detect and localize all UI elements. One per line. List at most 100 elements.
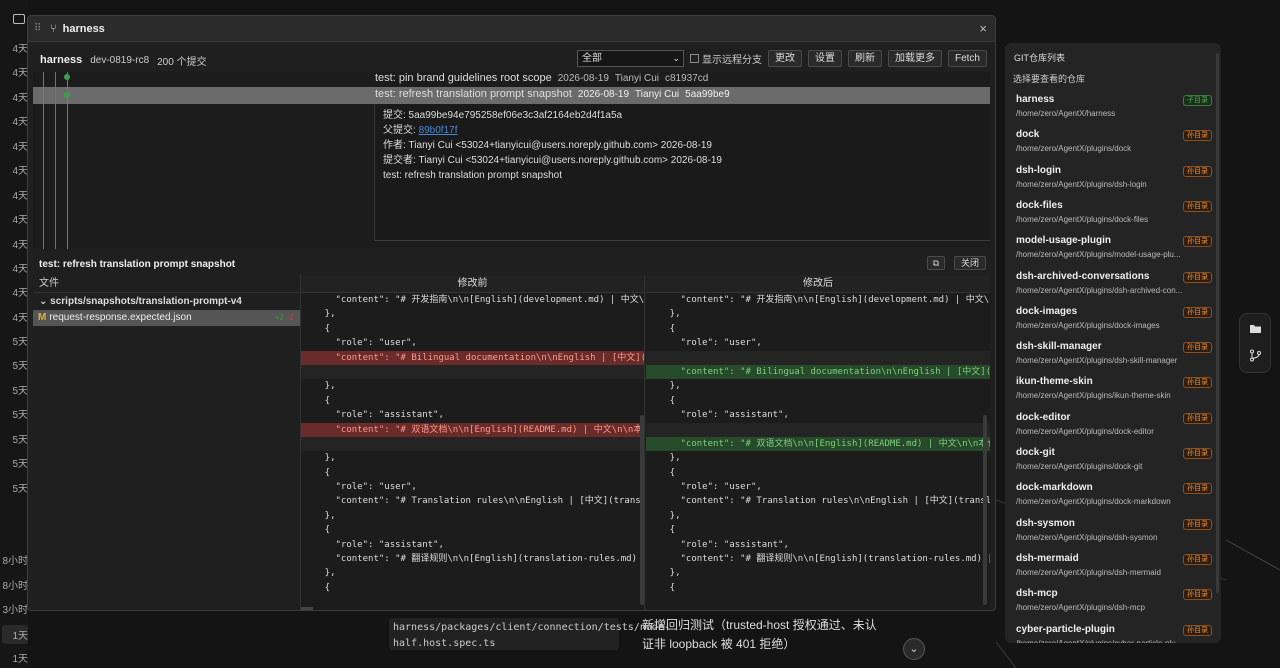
- settings-button[interactable]: 设置: [807, 50, 842, 67]
- deleted-line: "content": "# Bilingual documentation\n\…: [301, 350, 644, 365]
- code-line: {: [648, 582, 676, 593]
- repo-item-dsh-skill-manager[interactable]: dsh-skill-manager/home/zero/AgentX/plugi…: [1016, 341, 1219, 375]
- repo-depth-badge: 孙目录: [1183, 377, 1212, 389]
- repo-item-dsh-login[interactable]: dsh-login/home/zero/AgentX/plugins/dsh-l…: [1016, 165, 1219, 199]
- age-label: 4天: [12, 166, 28, 177]
- fetch-button[interactable]: Fetch: [947, 50, 987, 67]
- repo-item-dsh-mcp[interactable]: dsh-mcp/home/zero/AgentX/plugins/dsh-mcp…: [1016, 588, 1219, 622]
- after-scrollbar[interactable]: [983, 415, 987, 605]
- repo-item-cyber-particle-plugin[interactable]: cyber-particle-plugin/home/zero/AgentX/p…: [1016, 624, 1219, 644]
- code-line: },: [648, 568, 681, 579]
- git-log-dialog: ⠿ ⑂ harness × harness dev-0819-rc8 200 个…: [27, 15, 996, 611]
- repo-item-model-usage-plugin[interactable]: model-usage-plugin/home/zero/AgentX/plug…: [1016, 235, 1219, 269]
- code-line: {: [303, 467, 331, 478]
- before-lines: "content": "# 开发指南\n\n[English](developm…: [301, 293, 644, 595]
- commit-row[interactable]: test: pin brand guidelines root scope 202…: [375, 72, 714, 87]
- age-label: 4天: [12, 288, 28, 299]
- folder-icon[interactable]: [1249, 322, 1262, 335]
- graph-lane-blue: [55, 72, 56, 249]
- repo-panel-subtitle: 选择要查看的仓库: [1013, 74, 1086, 84]
- repo-name: dsh-login: [1016, 164, 1061, 176]
- age-label: 4天: [12, 313, 28, 324]
- repo-path: /home/zero/AgentX/harness: [1016, 109, 1116, 118]
- repo-item-dock-git[interactable]: dock-git/home/zero/AgentX/plugins/dock-g…: [1016, 447, 1219, 481]
- repo-panel-scrollbar[interactable]: [1216, 53, 1219, 593]
- commit-message: test: pin brand guidelines root scope: [375, 72, 552, 84]
- repo-item-harness[interactable]: harness/home/zero/AgentX/harness 子目录: [1016, 94, 1219, 128]
- repo-item-dsh-sysmon[interactable]: dsh-sysmon/home/zero/AgentX/plugins/dsh-…: [1016, 518, 1219, 552]
- repo-item-dock-markdown[interactable]: dock-markdown/home/zero/AgentX/plugins/d…: [1016, 482, 1219, 516]
- code-line: },: [648, 381, 681, 392]
- dialog-close-button[interactable]: ×: [979, 21, 987, 36]
- age-label: 8小时: [2, 581, 28, 592]
- age-label: 5天: [12, 337, 28, 348]
- code-line: "content": "# Translation rules\n\nEngli…: [303, 496, 645, 507]
- repo-item-dock-editor[interactable]: dock-editor/home/zero/AgentX/plugins/doc…: [1016, 412, 1219, 446]
- file-row[interactable]: Mrequest-response.expected.json +2 -2: [33, 310, 300, 326]
- blank-line: [301, 436, 644, 452]
- git-toolbar: harness dev-0819-rc8 200 个提交 全部 ⌄ 显示远程分支…: [28, 49, 995, 71]
- age-label: 5天: [12, 459, 28, 470]
- repo-path: /home/zero/AgentX/plugins/model-usage-pl…: [1016, 250, 1181, 260]
- file-status: M: [38, 312, 47, 323]
- repo-item-dsh-archived-conversations[interactable]: dsh-archived-conversations/home/zero/Age…: [1016, 271, 1219, 305]
- close-diff-button[interactable]: 关闭: [953, 256, 986, 270]
- age-label: 4天: [12, 68, 28, 79]
- repo-item-dock-files[interactable]: dock-files/home/zero/AgentX/plugins/dock…: [1016, 200, 1219, 234]
- added-line: "content": "# 双语文档\n\n[English](README.m…: [646, 436, 990, 452]
- branch-name: dev-0819-rc8: [90, 54, 150, 66]
- code-line: },: [303, 381, 336, 392]
- new-chat-icon[interactable]: [13, 14, 25, 24]
- show-remote-checkbox[interactable]: [689, 54, 699, 63]
- branch-filter-select[interactable]: 全部 ⌄: [576, 50, 684, 67]
- repo-depth-badge: 孙目录: [1183, 271, 1212, 283]
- repo-path: /home/zero/AgentX/plugins/dsh-mcp: [1016, 603, 1145, 613]
- repo-item-dock[interactable]: dock/home/zero/AgentX/plugins/dock 孙目录: [1016, 129, 1219, 163]
- copy-button[interactable]: ⧉: [927, 256, 945, 270]
- folder-row[interactable]: ⌄ scripts/snapshots/translation-prompt-v…: [33, 293, 300, 310]
- commit-row-selected[interactable]: test: refresh translation prompt snapsho…: [375, 88, 736, 103]
- before-hscrollbar[interactable]: [301, 607, 313, 610]
- after-header: 修改后: [646, 275, 990, 293]
- commit-date: 2026-08-19: [577, 89, 630, 100]
- drag-handle-icon[interactable]: ⠿: [34, 23, 44, 34]
- commit-graph: test: pin brand guidelines root scope 202…: [33, 72, 990, 249]
- repo-item-dsh-mermaid[interactable]: dsh-mermaid/home/zero/AgentX/plugins/dsh…: [1016, 553, 1219, 587]
- repo-path: /home/zero/AgentX/plugins/dsh-sysmon: [1016, 532, 1158, 542]
- changes-button[interactable]: 更改: [767, 50, 802, 67]
- repo-panel-title: GIT仓库列表: [1014, 53, 1065, 63]
- refresh-button[interactable]: 刷新: [847, 50, 882, 67]
- repo-item-dock-images[interactable]: dock-images/home/zero/AgentX/plugins/doc…: [1016, 306, 1219, 340]
- repo-depth-badge: 孙目录: [1183, 448, 1212, 459]
- repo-name: dsh-sysmon: [1016, 517, 1075, 529]
- detail-parent-label: 父提交:: [383, 125, 416, 136]
- before-scrollbar[interactable]: [640, 415, 644, 605]
- repo-depth-badge: 孙目录: [1183, 483, 1212, 495]
- repo-name: dock-files: [1016, 199, 1063, 211]
- repo-name: dock-markdown: [1016, 482, 1093, 494]
- git-branch-icon[interactable]: [1249, 349, 1262, 362]
- code-line: "role": "user",: [648, 338, 762, 349]
- file-name: request-response.expected.json: [49, 312, 192, 323]
- scroll-down-button[interactable]: ⌄: [903, 638, 925, 660]
- repo-name: harness: [40, 54, 83, 66]
- code-line: "role": "assistant",: [648, 410, 789, 421]
- dialog-titlebar[interactable]: ⠿ ⑂ harness: [28, 16, 995, 42]
- parent-commit-link[interactable]: 89b0f17f: [419, 125, 458, 136]
- show-remote-toggle[interactable]: 显示远程分支: [689, 51, 762, 66]
- load-more-button[interactable]: 加载更多: [887, 50, 942, 67]
- code-line: "content": "# 开发指南\n\n[English](developm…: [648, 295, 991, 305]
- added-line: "content": "# Bilingual documentation\n\…: [646, 364, 990, 380]
- commit-hash: c81937cd: [664, 73, 709, 84]
- repo-item-ikun-theme-skin[interactable]: ikun-theme-skin/home/zero/AgentX/plugins…: [1016, 376, 1219, 410]
- detail-committer: 提交者: Tianyi Cui <53024+tianyicui@users.n…: [383, 155, 722, 166]
- commit-author: Tianyi Cui: [635, 89, 680, 100]
- detail-commit: 提交: 5aa99be94e795258ef06e3c3af2164eb2d4f…: [383, 110, 623, 121]
- code-line: "role": "user",: [303, 482, 417, 493]
- repo-depth-badge: 孙目录: [1183, 518, 1212, 530]
- blank-line: [646, 350, 990, 365]
- diff-title: test: refresh translation prompt snapsho…: [39, 258, 236, 270]
- repo-name: harness: [1016, 94, 1055, 105]
- repo-path: /home/zero/AgentX/plugins/cyber-particle…: [1016, 638, 1183, 644]
- repo-path: /home/zero/AgentX/plugins/dock-editor: [1016, 426, 1154, 436]
